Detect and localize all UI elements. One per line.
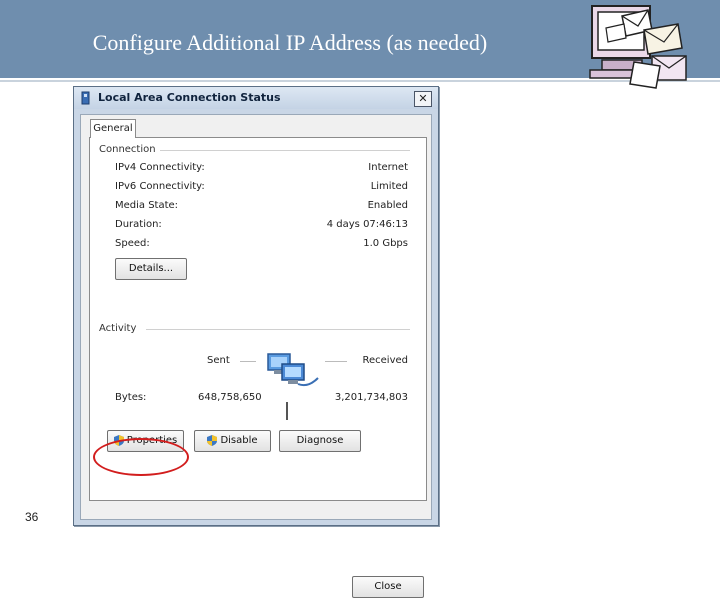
bytes-received-value: 3,201,734,803 (334, 392, 408, 403)
duration-label: Duration: (115, 219, 162, 230)
speed-value: 1.0 Gbps (363, 238, 408, 249)
dialog-titlebar[interactable]: Local Area Connection Status ✕ (74, 87, 438, 109)
disable-button-label: Disable (220, 435, 258, 446)
speed-label: Speed: (115, 238, 150, 249)
details-button[interactable]: Details... (115, 258, 187, 280)
network-computers-icon (267, 353, 319, 387)
received-label: Received (362, 355, 409, 366)
network-adapter-icon (81, 91, 90, 105)
activity-divider (286, 402, 288, 420)
title-close-button[interactable]: ✕ (414, 91, 432, 107)
connection-group-line (160, 150, 410, 151)
slide-number: 36 (25, 510, 39, 524)
sent-line (240, 361, 256, 362)
ipv4-connectivity-label: IPv4 Connectivity: (115, 162, 205, 173)
duration-value: 4 days 07:46:13 (326, 219, 408, 230)
activity-group-line (146, 329, 410, 330)
tab-general[interactable]: General (90, 119, 136, 138)
diagnose-button[interactable]: Diagnose (279, 430, 361, 452)
computer-mail-clipart-icon (589, 5, 687, 89)
close-button[interactable]: Close (352, 576, 424, 598)
activity-group-label: Activity (99, 323, 137, 334)
uac-shield-icon (207, 434, 218, 446)
slide-title: Configure Additional IP Address (as need… (92, 30, 488, 55)
disable-button[interactable]: Disable (194, 430, 271, 452)
ipv4-connectivity-value: Internet (368, 162, 408, 173)
bytes-label: Bytes: (115, 392, 147, 403)
media-state-label: Media State: (115, 200, 179, 211)
bytes-sent-value: 648,758,650 (198, 392, 262, 403)
ipv6-connectivity-label: IPv6 Connectivity: (115, 181, 205, 192)
properties-highlight-ellipse (93, 438, 189, 476)
connection-group-label: Connection (99, 144, 156, 155)
dialog-title: Local Area Connection Status (98, 91, 281, 104)
media-state-value: Enabled (367, 200, 408, 211)
ipv6-connectivity-value: Limited (370, 181, 408, 192)
received-line (325, 361, 347, 362)
sent-label: Sent (207, 355, 230, 366)
